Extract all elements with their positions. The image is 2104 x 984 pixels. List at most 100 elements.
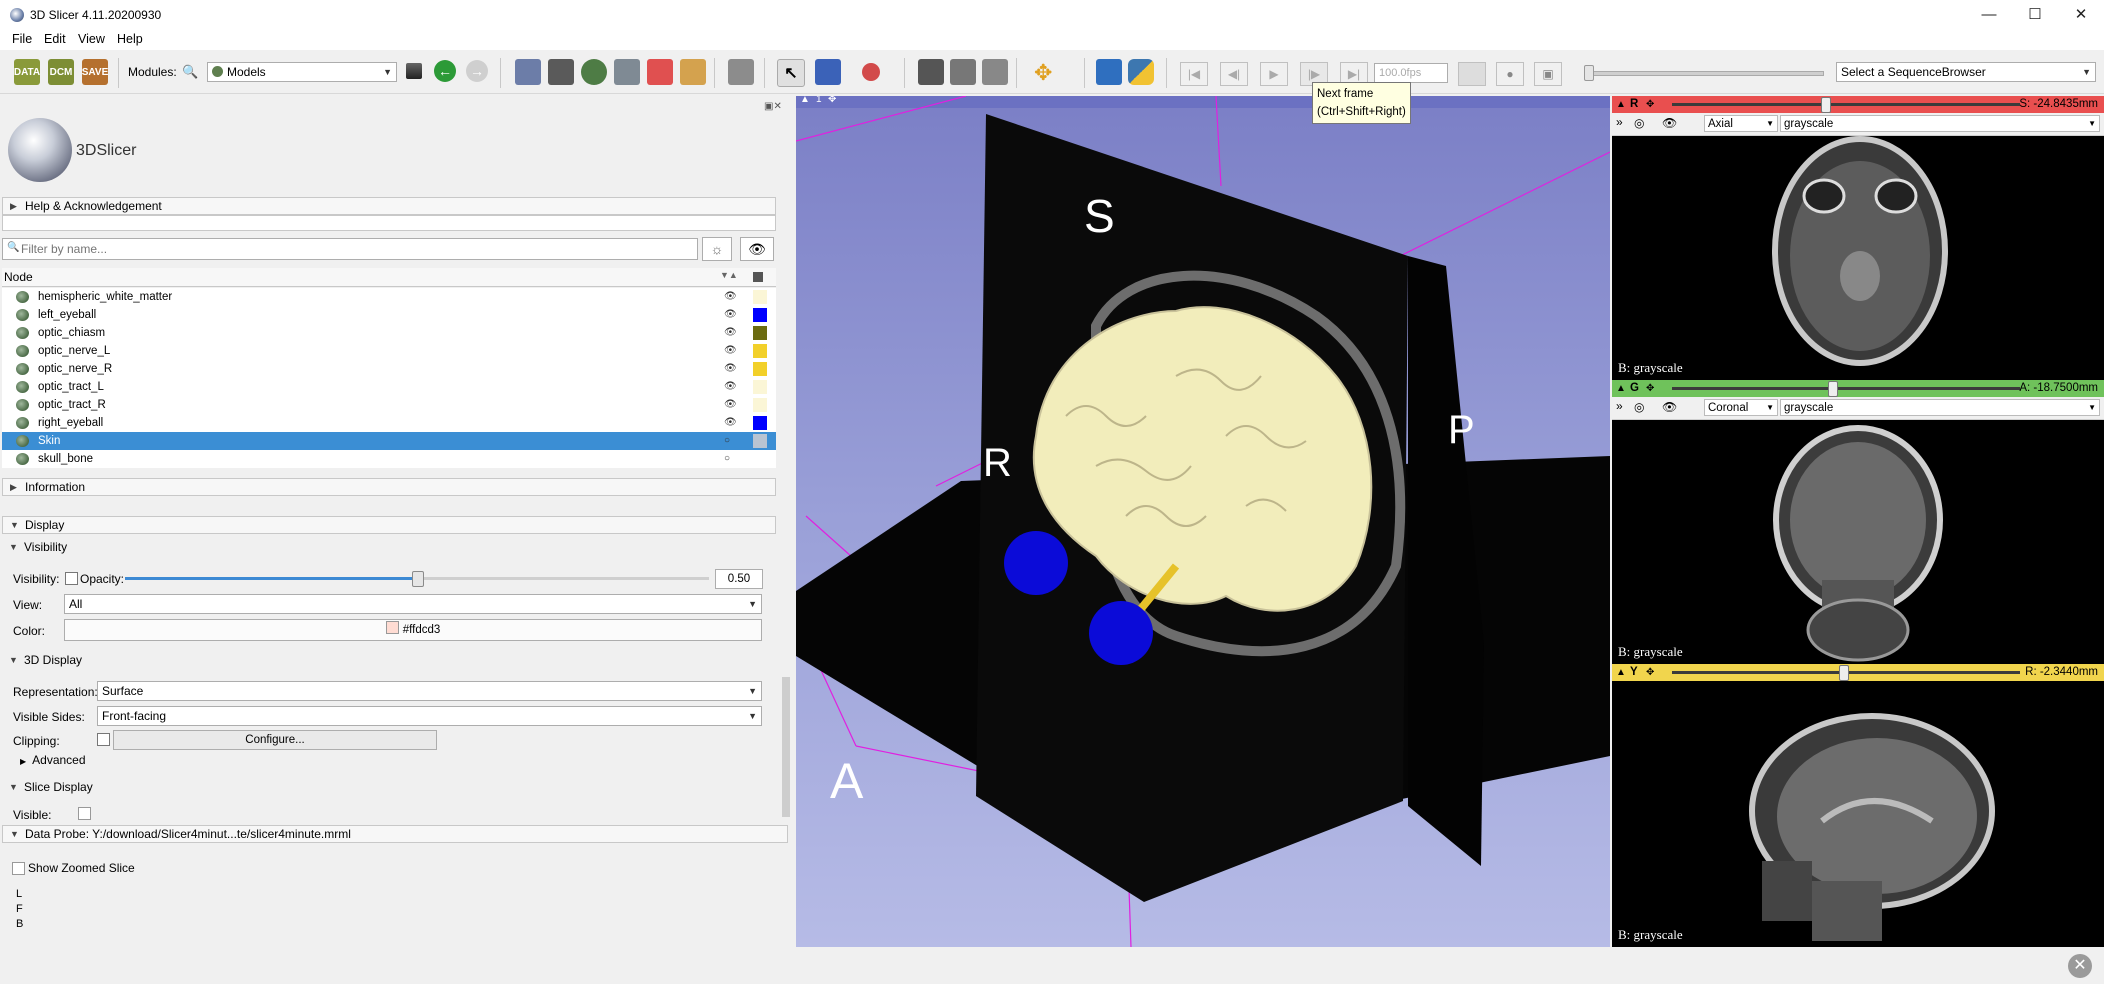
eye-open-icon[interactable]: 👁 xyxy=(724,396,737,414)
slice-offset-handle[interactable] xyxy=(1838,665,1849,681)
transforms-module-icon[interactable] xyxy=(614,59,640,85)
eye-open-icon[interactable]: 👁 xyxy=(724,378,737,396)
loop-button[interactable] xyxy=(1458,62,1486,86)
display-section[interactable]: ▼ Display xyxy=(2,516,776,534)
back-arrow-icon[interactable]: ← xyxy=(434,60,456,82)
filter-box[interactable]: 🔍 xyxy=(2,238,698,260)
slice-visibility-toggle-icon[interactable]: ◎ xyxy=(1634,116,1644,130)
markups-module-icon[interactable] xyxy=(647,59,673,85)
eye-open-icon[interactable]: 👁 xyxy=(724,288,737,306)
capture-icon[interactable] xyxy=(982,59,1008,85)
playback-fps-spinbox[interactable]: 100.0fps xyxy=(1374,63,1448,83)
color-column-icon[interactable] xyxy=(753,272,763,282)
menu-file[interactable]: File xyxy=(12,32,32,46)
volumes-module-icon[interactable] xyxy=(548,59,574,85)
tree-node-right-eyeball[interactable]: right_eyeball 👁 xyxy=(2,414,776,432)
visible-sides-selector[interactable]: Front-facing ▼ xyxy=(97,706,762,726)
module-search-icon[interactable]: 🔍 xyxy=(182,64,198,80)
error-log-close-icon[interactable]: ✕ xyxy=(2068,954,2092,978)
node-color-swatch[interactable] xyxy=(753,362,767,376)
slice-view-y[interactable]: B: grayscale xyxy=(1612,681,2104,947)
visibility-checkbox[interactable] xyxy=(65,572,78,585)
segment-editor-icon[interactable] xyxy=(680,59,706,85)
node-color-swatch[interactable] xyxy=(753,290,767,304)
node-color-swatch[interactable] xyxy=(753,434,767,448)
slice-visibility-toggle-icon[interactable]: ◎ xyxy=(1634,400,1644,414)
volume-selector[interactable]: grayscale ▼ xyxy=(1780,115,2100,132)
filter-input[interactable] xyxy=(19,240,693,258)
forward-arrow-icon[interactable]: → xyxy=(466,60,488,82)
data-probe-section[interactable]: ▼ Data Probe: Y:/download/Slicer4minut...… xyxy=(2,825,788,843)
save-button[interactable]: SAVE xyxy=(82,59,108,85)
data-module-icon[interactable] xyxy=(515,59,541,85)
mouse-mode-icon[interactable] xyxy=(815,59,841,85)
pin-icon[interactable]: ▲ xyxy=(1616,96,1626,113)
slice-offset-handle[interactable] xyxy=(1828,381,1839,397)
crosshair-place-icon[interactable] xyxy=(862,63,880,81)
crosshair-icon[interactable]: ✥ xyxy=(1034,60,1052,86)
show-hidden-eye-button[interactable]: 👁 xyxy=(740,237,774,261)
link-icon[interactable]: ✥ xyxy=(1646,380,1654,397)
play-button[interactable]: ▶ xyxy=(1260,62,1288,86)
clipping-checkbox[interactable] xyxy=(97,733,110,746)
slice-offset-slider[interactable] xyxy=(1672,103,2020,106)
maximize-button[interactable]: ☐ xyxy=(2012,0,2058,30)
eye-open-icon[interactable]: 👁 xyxy=(724,324,737,342)
show-zoomed-slice-checkbox[interactable] xyxy=(12,862,25,875)
slice-eye-icon[interactable]: 👁 xyxy=(1662,400,1677,414)
slice-visible-checkbox[interactable] xyxy=(78,807,91,820)
node-color-swatch[interactable] xyxy=(753,380,767,394)
mouse-pointer-icon[interactable]: ↖ xyxy=(777,59,805,87)
menu-edit[interactable]: Edit xyxy=(44,32,66,46)
menu-view[interactable]: View xyxy=(78,32,105,46)
sequence-slider-handle[interactable] xyxy=(1584,65,1594,81)
volume-selector[interactable]: grayscale ▼ xyxy=(1780,399,2100,416)
first-frame-button[interactable]: |◀ xyxy=(1180,62,1208,86)
tree-node-optic-nerve-r[interactable]: optic_nerve_R 👁 xyxy=(2,360,776,378)
screenshot-icon[interactable] xyxy=(918,59,944,85)
color-picker-button[interactable]: #ffdcd3 xyxy=(64,619,762,641)
slice-display-section[interactable]: ▼ Slice Display xyxy=(2,779,776,797)
orientation-selector[interactable]: Coronal ▼ xyxy=(1704,399,1778,416)
configure-button[interactable]: Configure... xyxy=(113,730,437,750)
link-icon[interactable]: ✥ xyxy=(1646,664,1654,681)
node-color-swatch[interactable] xyxy=(753,398,767,412)
eye-open-icon[interactable]: 👁 xyxy=(724,414,737,432)
3d-display-section[interactable]: ▼ 3D Display xyxy=(2,652,776,670)
eye-closed-icon[interactable]: ○ xyxy=(724,432,730,450)
advanced-section[interactable]: ▶ Advanced xyxy=(20,753,86,767)
node-color-swatch[interactable] xyxy=(753,344,767,358)
minimize-button[interactable]: — xyxy=(1966,0,2012,30)
visibility-section[interactable]: ▼ Visibility xyxy=(2,539,776,557)
opacity-spinbox[interactable]: 0.50 xyxy=(715,569,763,589)
node-color-swatch[interactable] xyxy=(753,416,767,430)
node-color-swatch[interactable] xyxy=(753,326,767,340)
tree-header-node[interactable]: Node xyxy=(4,270,33,284)
python-console-icon[interactable] xyxy=(1128,59,1154,85)
tree-node-optic-nerve-l[interactable]: optic_nerve_L 👁 xyxy=(2,342,776,360)
models-module-icon[interactable] xyxy=(581,59,607,85)
close-window-button[interactable]: ✕ xyxy=(2058,0,2104,30)
undock-icon[interactable]: ▣✕ xyxy=(764,101,782,112)
module-selector[interactable]: Models ▼ xyxy=(207,62,397,82)
slice-controller-bar-r[interactable]: ▲ R ✥ S: -24.8435mm xyxy=(1612,96,2104,113)
module-history-icon[interactable] xyxy=(406,63,422,79)
representation-selector[interactable]: Surface ▼ xyxy=(97,681,762,701)
pin-icon[interactable]: ▲ xyxy=(1616,664,1626,681)
3d-view[interactable]: ▲ 1 ✥ S R P A xyxy=(796,96,1610,947)
opacity-slider-handle[interactable] xyxy=(412,571,424,587)
sequence-browser-selector[interactable]: Select a SequenceBrowser ▼ xyxy=(1836,62,2096,82)
load-dicom-button[interactable]: DCM xyxy=(48,59,74,85)
eye-open-icon[interactable]: 👁 xyxy=(724,360,737,378)
slice-eye-icon[interactable]: 👁 xyxy=(1662,116,1677,130)
scrollbar-thumb[interactable] xyxy=(782,677,790,817)
node-color-swatch[interactable] xyxy=(753,308,767,322)
slice-offset-handle[interactable] xyxy=(1821,97,1832,113)
load-data-button[interactable]: DATA xyxy=(14,59,40,85)
eye-open-icon[interactable]: 👁 xyxy=(724,306,737,324)
expand-controls-icon[interactable]: » xyxy=(1616,115,1623,129)
tree-node-skull-bone[interactable]: skull_bone ○ xyxy=(2,450,776,468)
expand-controls-icon[interactable]: » xyxy=(1616,399,1623,413)
pin-icon[interactable]: ▲ xyxy=(1616,380,1626,397)
eye-closed-icon[interactable]: ○ xyxy=(724,450,730,468)
